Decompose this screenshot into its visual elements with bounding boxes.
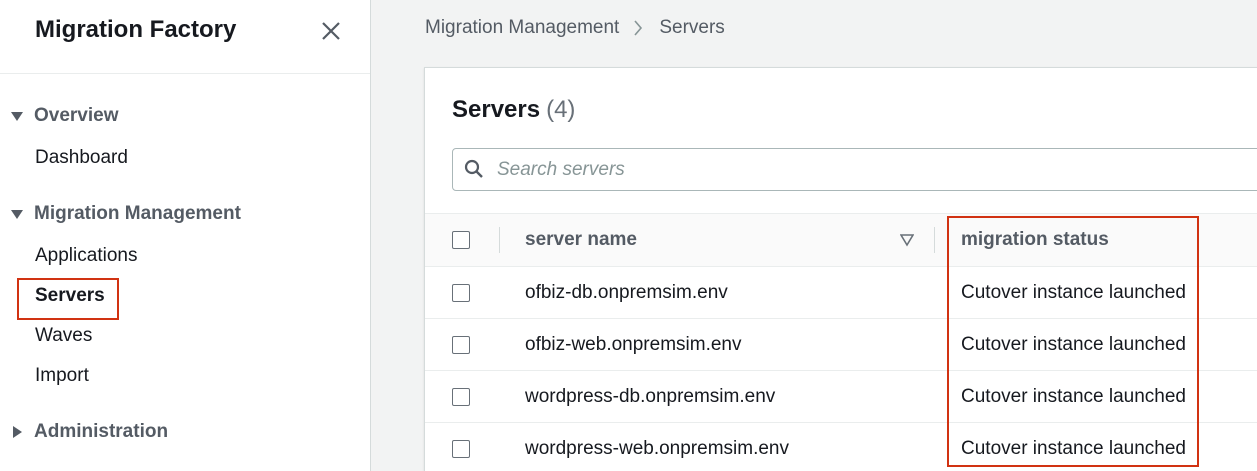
search-icon — [464, 159, 486, 181]
section-label: Overview — [34, 105, 119, 126]
app-title: Migration Factory — [35, 16, 237, 43]
sort-down-icon[interactable] — [899, 233, 915, 247]
server-name-cell: wordpress-web.onpremsim.env — [525, 438, 789, 459]
sidebar-item-applications[interactable]: Applications — [35, 245, 137, 267]
panel-title-text: Servers — [452, 96, 541, 123]
sidebar-item-waves[interactable]: Waves — [35, 325, 92, 347]
breadcrumb-current: Servers — [659, 17, 725, 38]
column-divider — [499, 227, 500, 253]
sidebar-item-dashboard[interactable]: Dashboard — [35, 147, 128, 169]
breadcrumb: Migration Management Servers — [425, 17, 725, 39]
column-header-server-name[interactable]: server name — [525, 229, 637, 251]
section-label: Migration Management — [34, 203, 241, 224]
server-name-cell: ofbiz-db.onpremsim.env — [525, 282, 728, 303]
row-checkbox[interactable] — [452, 336, 470, 354]
search-input[interactable] — [497, 158, 1197, 181]
server-count: (4) — [546, 96, 576, 123]
chevron-right-icon — [633, 19, 645, 37]
close-icon — [322, 22, 340, 40]
row-checkbox[interactable] — [452, 440, 470, 458]
caret-right-icon — [10, 425, 24, 439]
caret-down-icon — [10, 207, 24, 221]
select-all-checkbox[interactable] — [452, 231, 470, 249]
section-migration-management[interactable]: Migration Management — [10, 201, 241, 227]
panel-title: Servers (4) — [452, 96, 575, 124]
sidebar: Migration Factory Overview Dashboard Mig… — [0, 0, 371, 471]
search-box[interactable] — [452, 148, 1257, 191]
highlight-box-migration-status — [947, 216, 1199, 467]
highlight-box-servers — [17, 278, 119, 320]
section-overview[interactable]: Overview — [10, 103, 119, 129]
section-administration[interactable]: Administration — [10, 419, 168, 445]
server-name-cell: ofbiz-web.onpremsim.env — [525, 334, 742, 355]
sidebar-item-import[interactable]: Import — [35, 365, 89, 387]
row-checkbox[interactable] — [452, 388, 470, 406]
section-label: Administration — [34, 421, 169, 442]
breadcrumb-link-migration-management[interactable]: Migration Management — [425, 17, 619, 39]
column-divider — [934, 227, 935, 253]
row-checkbox[interactable] — [452, 284, 470, 302]
caret-down-icon — [10, 109, 24, 123]
close-sidebar-button[interactable] — [318, 18, 344, 44]
server-name-cell: wordpress-db.onpremsim.env — [525, 386, 776, 407]
sidebar-header: Migration Factory — [0, 0, 370, 74]
